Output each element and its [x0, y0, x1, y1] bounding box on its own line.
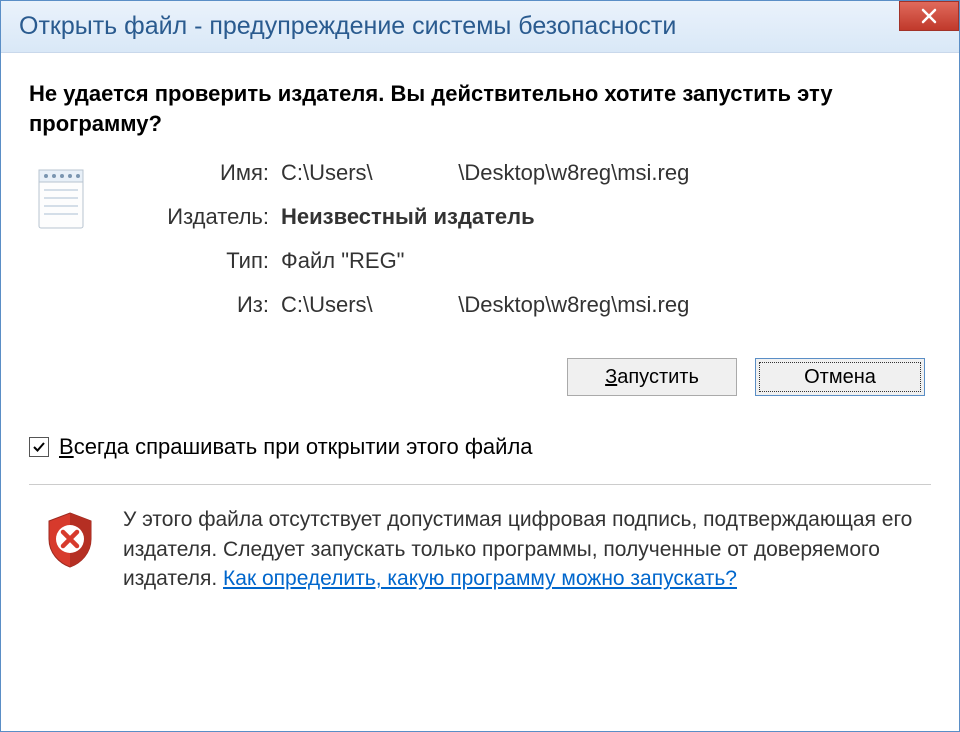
file-icon-column	[29, 160, 119, 239]
warning-message: Не удается проверить издателя. Вы действ…	[29, 79, 931, 138]
footer-section: У этого файла отсутствует допустимая циф…	[29, 485, 931, 593]
publisher-value: Неизвестный издатель	[281, 204, 931, 230]
titlebar: Открыть файл - предупреждение системы бе…	[1, 1, 959, 53]
run-label-rest: апустить	[617, 366, 699, 388]
run-button[interactable]: Запустить	[567, 358, 737, 396]
cancel-button[interactable]: Отмена	[755, 358, 925, 396]
always-ask-label: Всегда спрашивать при открытии этого фай…	[59, 434, 533, 460]
window-title: Открыть файл - предупреждение системы бе…	[19, 12, 945, 41]
footer-text: У этого файла отсутствует допустимая циф…	[123, 505, 925, 593]
name-label: Имя:	[119, 160, 269, 186]
type-label: Тип:	[119, 248, 269, 274]
help-link[interactable]: Как определить, какую программу можно за…	[223, 567, 737, 590]
shield-warning-icon	[41, 509, 99, 571]
run-accelerator: З	[605, 366, 617, 388]
always-ask-row: Всегда спрашивать при открытии этого фай…	[29, 434, 931, 460]
shield-icon-column	[35, 505, 105, 576]
always-ask-rest: сегда спрашивать при открытии этого файл…	[74, 434, 533, 459]
dialog-content: Не удается проверить издателя. Вы действ…	[1, 53, 959, 731]
file-details: Имя: C:\Users\ \Desktop\w8reg\msi.reg Из…	[119, 160, 931, 318]
close-button[interactable]	[899, 1, 959, 31]
checkmark-icon	[31, 439, 47, 455]
always-ask-checkbox[interactable]	[29, 437, 49, 457]
from-label: Из:	[119, 292, 269, 318]
details-section: Имя: C:\Users\ \Desktop\w8reg\msi.reg Из…	[29, 160, 931, 318]
publisher-label: Издатель:	[119, 204, 269, 230]
button-row: Запустить Отмена	[29, 358, 931, 396]
close-icon	[920, 7, 938, 25]
from-value: C:\Users\ \Desktop\w8reg\msi.reg	[281, 292, 931, 318]
always-ask-accelerator: В	[59, 434, 74, 459]
notepad-file-icon	[31, 164, 91, 234]
security-warning-dialog: Открыть файл - предупреждение системы бе…	[0, 0, 960, 732]
type-value: Файл "REG"	[281, 248, 931, 274]
name-value: C:\Users\ \Desktop\w8reg\msi.reg	[281, 160, 931, 186]
